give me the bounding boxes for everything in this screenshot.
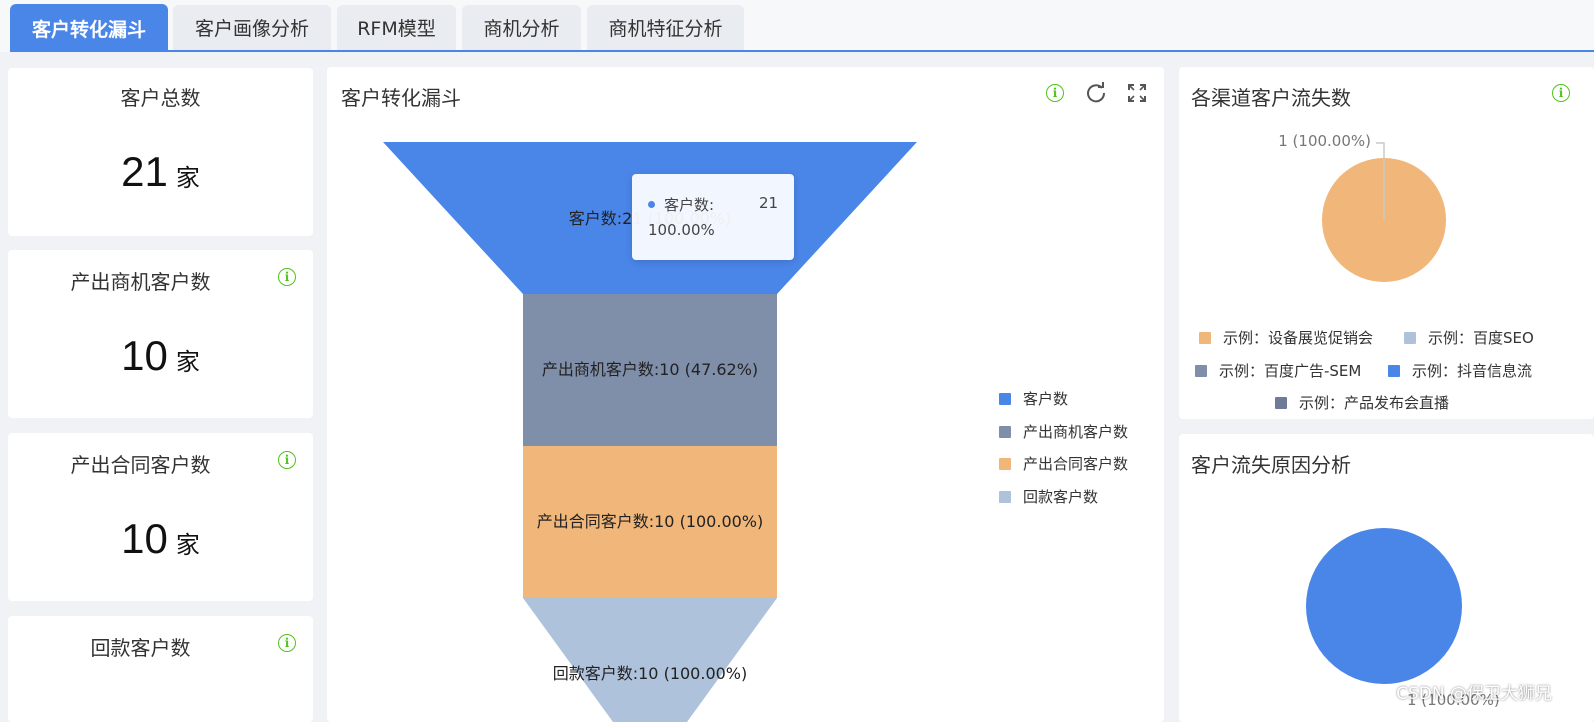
- legend-label: 客户数: [1023, 390, 1069, 408]
- legend-swatch: [999, 392, 1011, 405]
- kpi-number: 10: [121, 332, 168, 379]
- panel-title: 客户转化漏斗: [341, 86, 461, 110]
- kpi-title: 客户总数: [120, 86, 201, 110]
- pie-label: 1 (100.00%): [1278, 132, 1371, 150]
- kpi-unit: 家: [175, 164, 200, 192]
- kpi-value: 10 家: [8, 332, 313, 380]
- legend-item[interactable]: 示例：设备展览促销会: [1199, 327, 1373, 348]
- info-icon[interactable]: i: [278, 268, 296, 286]
- info-icon[interactable]: i: [278, 634, 296, 652]
- kpi-title: 产出商机客户数: [70, 270, 211, 294]
- tab-bar: 客户转化漏斗 客户画像分析 RFM模型 商机分析 商机特征分析: [0, 0, 1594, 52]
- legend-item[interactable]: 示例：百度广告-SEM: [1195, 360, 1361, 381]
- tooltip-name: 客户数:: [664, 196, 715, 214]
- kpi-title: 产出合同客户数: [70, 453, 211, 477]
- refresh-icon[interactable]: [1085, 82, 1107, 104]
- kpi-value: 10 家: [8, 515, 313, 563]
- kpi-value: 21 家: [8, 148, 313, 196]
- tab-portrait[interactable]: 客户画像分析: [173, 5, 331, 50]
- tooltip-dot: [648, 201, 655, 208]
- legend-label: 示例：抖音信息流: [1412, 362, 1533, 380]
- tooltip-percent: 100.00%: [648, 221, 715, 239]
- legend-swatch: [999, 490, 1011, 503]
- legend-label: 示例：百度广告-SEM: [1219, 362, 1362, 380]
- kpi-unit: 家: [175, 531, 200, 559]
- legend-item[interactable]: 产出合同客户数: [999, 453, 1128, 474]
- legend-swatch: [1195, 364, 1207, 377]
- legend-swatch: [1388, 364, 1400, 377]
- legend-swatch: [999, 457, 1011, 470]
- kpi-unit: 家: [175, 348, 200, 376]
- kpi-card-opportunity: 产出商机客户数 i 10 家: [8, 250, 313, 418]
- legend-item[interactable]: 产出商机客户数: [999, 421, 1128, 442]
- kpi-card-contract: 产出合同客户数 i 10 家: [8, 433, 313, 601]
- channel-loss-panel: 各渠道客户流失数 i 1 (100.00%) 示例：设备展览促销会 示例：百度S…: [1179, 67, 1594, 419]
- legend-swatch: [1404, 331, 1416, 344]
- tab-rfm[interactable]: RFM模型: [337, 5, 456, 50]
- legend-label: 回款客户数: [1023, 488, 1099, 506]
- info-icon[interactable]: i: [1046, 84, 1064, 102]
- kpi-number: 21: [121, 148, 168, 195]
- legend-label: 示例：产品发布会直播: [1299, 394, 1450, 412]
- chart-tooltip: 客户数: 21 100.00%: [632, 174, 794, 260]
- legend-label: 产出商机客户数: [1023, 423, 1129, 441]
- legend-label: 示例：百度SEO: [1428, 329, 1534, 347]
- tab-underline: [10, 50, 1594, 52]
- legend-swatch: [1275, 396, 1287, 409]
- legend-label: 产出合同客户数: [1023, 455, 1129, 473]
- legend-item[interactable]: 示例：抖音信息流: [1388, 360, 1532, 381]
- legend-swatch: [999, 425, 1011, 438]
- kpi-card-payment: 回款客户数 i: [8, 616, 313, 722]
- tooltip-value: 21: [759, 194, 779, 212]
- kpi-number: 10: [121, 515, 168, 562]
- watermark: CSDN @保卫大狮兄: [1396, 684, 1552, 704]
- tab-opportunity[interactable]: 商机分析: [462, 5, 581, 50]
- tab-funnel[interactable]: 客户转化漏斗: [10, 4, 168, 52]
- kpi-card-total: 客户总数 21 家: [8, 68, 313, 236]
- kpi-title: 回款客户数: [90, 636, 191, 660]
- pie-slice: [1306, 528, 1462, 684]
- legend-swatch: [1199, 331, 1211, 344]
- fullscreen-icon[interactable]: [1126, 82, 1148, 104]
- legend-item[interactable]: 回款客户数: [999, 486, 1098, 507]
- legend-item[interactable]: 客户数: [999, 388, 1068, 409]
- legend-item[interactable]: 示例：产品发布会直播: [1275, 392, 1449, 413]
- legend-label: 示例：设备展览促销会: [1223, 329, 1374, 347]
- tab-opportunity-features[interactable]: 商机特征分析: [587, 5, 744, 50]
- info-icon[interactable]: i: [278, 451, 296, 469]
- legend-item[interactable]: 示例：百度SEO: [1404, 327, 1534, 348]
